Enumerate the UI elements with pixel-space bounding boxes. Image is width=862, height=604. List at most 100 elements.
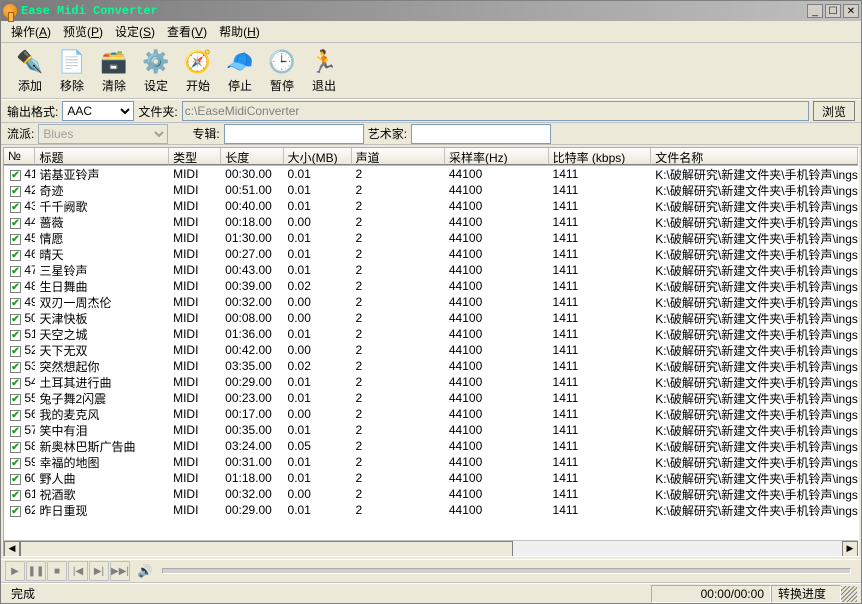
cell-bitrate: 1411 [549, 471, 652, 485]
app-icon [3, 4, 17, 18]
tool-4[interactable]: 🧭开始 [177, 45, 219, 97]
artist-input[interactable] [411, 124, 551, 144]
menu-v[interactable]: 查看(V) [161, 21, 213, 42]
row-checkbox[interactable]: ✔ [10, 266, 21, 277]
cell-samplerate: 44100 [445, 199, 549, 213]
tool-1[interactable]: 📄移除 [51, 45, 93, 97]
row-checkbox[interactable]: ✔ [10, 506, 21, 517]
table-row[interactable]: ✔ 49双刃一周杰伦MIDI00:32.000.002441001411K:\破… [4, 294, 858, 310]
table-row[interactable]: ✔ 41诺基亚铃声MIDI00:30.000.012441001411K:\破解… [4, 166, 858, 182]
row-checkbox[interactable]: ✔ [10, 362, 21, 373]
table-row[interactable]: ✔ 59幸福的地图MIDI00:31.000.012441001411K:\破解… [4, 454, 858, 470]
menu-h[interactable]: 帮助(H) [213, 21, 266, 42]
col-samplerate[interactable]: 采样率(Hz) [445, 148, 549, 165]
menu-p[interactable]: 预览(P) [57, 21, 109, 42]
scroll-thumb[interactable] [20, 541, 513, 557]
menu-s[interactable]: 设定(S) [109, 21, 161, 42]
table-row[interactable]: ✔ 46晴天MIDI00:27.000.012441001411K:\破解研究\… [4, 246, 858, 262]
row-checkbox[interactable]: ✔ [10, 218, 21, 229]
tool-label: 暂停 [270, 77, 294, 94]
minimize-button[interactable]: _ [807, 4, 823, 18]
row-checkbox[interactable]: ✔ [10, 282, 21, 293]
cell-channels: 2 [352, 247, 445, 261]
menu-a[interactable]: 操作(A) [5, 21, 57, 42]
folder-label: 文件夹: [138, 103, 177, 120]
scroll-left-icon[interactable]: ◀ [4, 541, 20, 557]
row-checkbox[interactable]: ✔ [10, 442, 21, 453]
browse-button[interactable]: 浏览 [813, 101, 855, 121]
cell-length: 03:24.00 [221, 439, 283, 453]
pause-button[interactable]: ❚❚ [26, 561, 46, 581]
tool-7[interactable]: 🏃退出 [303, 45, 345, 97]
grid-body[interactable]: ✔ 41诺基亚铃声MIDI00:30.000.012441001411K:\破解… [4, 166, 858, 540]
table-row[interactable]: ✔ 44蔷薇MIDI00:18.000.002441001411K:\破解研究\… [4, 214, 858, 230]
table-row[interactable]: ✔ 62昨日重现MIDI00:29.000.012441001411K:\破解研… [4, 502, 858, 518]
tool-2[interactable]: 🗃️清除 [93, 45, 135, 97]
table-row[interactable]: ✔ 60野人曲MIDI01:18.000.012441001411K:\破解研究… [4, 470, 858, 486]
row-checkbox[interactable]: ✔ [10, 346, 21, 357]
table-row[interactable]: ✔ 54土耳其进行曲MIDI00:29.000.012441001411K:\破… [4, 374, 858, 390]
tool-3[interactable]: ⚙️设定 [135, 45, 177, 97]
cell-samplerate: 44100 [445, 231, 549, 245]
tool-6[interactable]: 🕒暂停 [261, 45, 303, 97]
scroll-right-icon[interactable]: ▶ [842, 541, 858, 557]
horizontal-scrollbar[interactable]: ◀ ▶ [4, 540, 858, 556]
position-slider[interactable] [162, 568, 851, 574]
col-size[interactable]: 大小(MB) [284, 148, 352, 165]
col-no[interactable]: № [4, 148, 35, 165]
table-row[interactable]: ✔ 43千千阙歌MIDI00:40.000.012441001411K:\破解研… [4, 198, 858, 214]
row-checkbox[interactable]: ✔ [10, 394, 21, 405]
format-select[interactable]: AAC [62, 101, 134, 121]
table-row[interactable]: ✔ 56我的麦克风MIDI00:17.000.002441001411K:\破解… [4, 406, 858, 422]
folder-input[interactable] [182, 101, 809, 121]
row-checkbox[interactable]: ✔ [10, 170, 21, 181]
maximize-button[interactable]: ☐ [825, 4, 841, 18]
volume-icon[interactable]: 🔊 [135, 561, 155, 581]
prev-button[interactable]: |◀ [68, 561, 88, 581]
tool-5[interactable]: 🧢停止 [219, 45, 261, 97]
row-checkbox[interactable]: ✔ [10, 186, 21, 197]
row-checkbox[interactable]: ✔ [10, 490, 21, 501]
table-row[interactable]: ✔ 61祝酒歌MIDI00:32.000.002441001411K:\破解研究… [4, 486, 858, 502]
resize-grip-icon[interactable] [841, 586, 857, 602]
play-button[interactable]: ▶ [5, 561, 25, 581]
artist-label: 艺术家: [368, 125, 407, 142]
col-length[interactable]: 长度 [221, 148, 283, 165]
row-checkbox[interactable]: ✔ [10, 474, 21, 485]
row-checkbox[interactable]: ✔ [10, 314, 21, 325]
row-checkbox[interactable]: ✔ [10, 234, 21, 245]
row-checkbox[interactable]: ✔ [10, 330, 21, 341]
table-row[interactable]: ✔ 57笑中有泪MIDI00:35.000.012441001411K:\破解研… [4, 422, 858, 438]
col-channels[interactable]: 声道 [352, 148, 445, 165]
row-checkbox[interactable]: ✔ [10, 202, 21, 213]
cell-bitrate: 1411 [549, 247, 652, 261]
tool-0[interactable]: ✒️添加 [9, 45, 51, 97]
col-type[interactable]: 类型 [169, 148, 221, 165]
col-title[interactable]: 标题 [35, 148, 169, 165]
table-row[interactable]: ✔ 50天津快板MIDI00:08.000.002441001411K:\破解研… [4, 310, 858, 326]
row-checkbox[interactable]: ✔ [10, 298, 21, 309]
table-row[interactable]: ✔ 53突然想起你MIDI03:35.000.022441001411K:\破解… [4, 358, 858, 374]
table-row[interactable]: ✔ 58新奥林巴斯广告曲MIDI03:24.000.052441001411K:… [4, 438, 858, 454]
col-filename[interactable]: 文件名称 [651, 148, 858, 165]
table-row[interactable]: ✔ 55兔子舞2闪震MIDI00:23.000.012441001411K:\破… [4, 390, 858, 406]
row-checkbox[interactable]: ✔ [10, 426, 21, 437]
cell-title: 天空之城 [35, 326, 169, 343]
table-row[interactable]: ✔ 45情愿MIDI01:30.000.012441001411K:\破解研究\… [4, 230, 858, 246]
table-row[interactable]: ✔ 42奇迹MIDI00:51.000.012441001411K:\破解研究\… [4, 182, 858, 198]
table-row[interactable]: ✔ 52天下无双MIDI00:42.000.002441001411K:\破解研… [4, 342, 858, 358]
next-button[interactable]: ▶| [89, 561, 109, 581]
stop-button[interactable]: ■ [47, 561, 67, 581]
row-checkbox[interactable]: ✔ [10, 410, 21, 421]
close-button[interactable]: ✕ [843, 4, 859, 18]
row-checkbox[interactable]: ✔ [10, 250, 21, 261]
last-button[interactable]: ▶▶| [110, 561, 130, 581]
row-checkbox[interactable]: ✔ [10, 458, 21, 469]
table-row[interactable]: ✔ 51天空之城MIDI01:36.000.012441001411K:\破解研… [4, 326, 858, 342]
col-bitrate[interactable]: 比特率 (kbps) [549, 148, 652, 165]
row-checkbox[interactable]: ✔ [10, 378, 21, 389]
album-input[interactable] [224, 124, 364, 144]
cell-samplerate: 44100 [445, 247, 549, 261]
table-row[interactable]: ✔ 48生日舞曲MIDI00:39.000.022441001411K:\破解研… [4, 278, 858, 294]
table-row[interactable]: ✔ 47三星铃声MIDI00:43.000.012441001411K:\破解研… [4, 262, 858, 278]
